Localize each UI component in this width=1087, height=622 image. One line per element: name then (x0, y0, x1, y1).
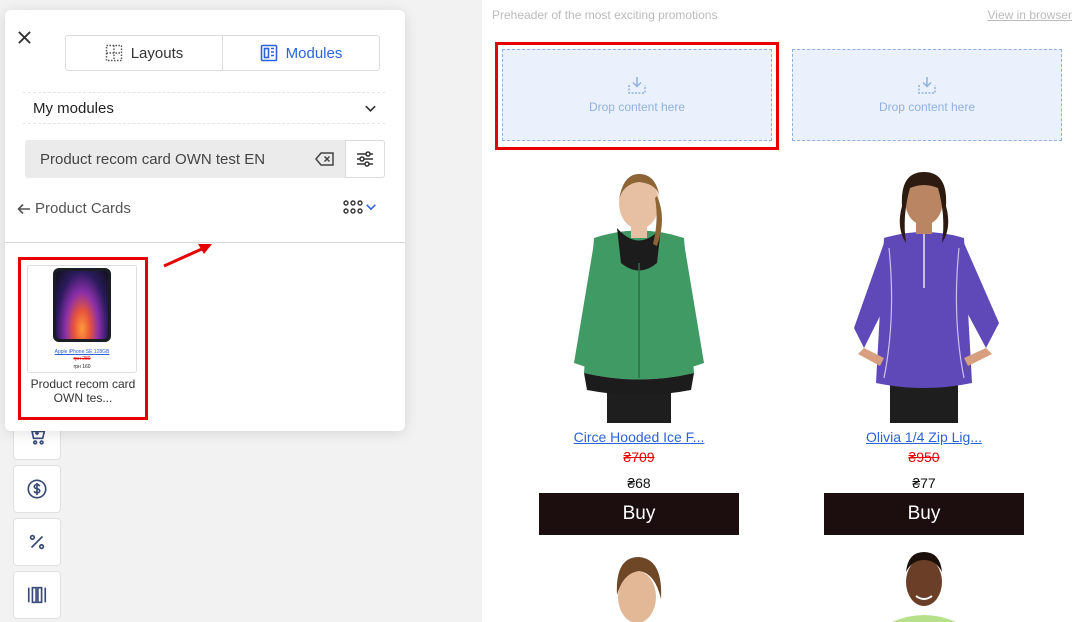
product-name-link[interactable]: Circe Hooded Ice F... (539, 429, 739, 445)
columns-icon (27, 586, 47, 604)
product-name-link[interactable]: Olivia 1/4 Zip Lig... (824, 429, 1024, 445)
thumb-old-price: грн 280 (73, 356, 91, 362)
percent-icon (29, 534, 45, 550)
dollar-icon (27, 479, 47, 499)
panel-tabs: Layouts Modules (65, 35, 380, 71)
search-row (25, 140, 385, 178)
product-price: ₴68 (627, 475, 651, 491)
product-image (884, 550, 964, 622)
annotation-arrow-icon (163, 244, 212, 268)
product-price: ₴77 (912, 475, 936, 491)
tab-modules[interactable]: Modules (222, 36, 379, 70)
back-to-category[interactable]: Product Cards (17, 200, 131, 217)
tab-layouts[interactable]: Layouts (66, 36, 222, 70)
modules-icon (260, 44, 277, 62)
thumb-new-price: грн 160 (73, 364, 91, 370)
modules-panel: Layouts Modules My modules Product recom… (5, 10, 405, 431)
product-image (599, 555, 679, 622)
search-box (25, 140, 345, 178)
arrow-left-icon (17, 203, 30, 214)
my-modules-label: My modules (33, 99, 114, 117)
product-old-price: ₴709 (623, 449, 655, 465)
module-card[interactable]: Apple iPhone SE 128GB грн 280 грн 160 Pr… (18, 257, 148, 420)
drop-zone-label: Drop content here (878, 100, 976, 114)
product-image (539, 168, 739, 423)
buy-button[interactable]: Buy (824, 493, 1024, 535)
product-card: Olivia 1/4 Zip Lig... ₴950 ₴77 Buy (824, 168, 1024, 535)
drop-download-icon (918, 77, 936, 94)
grid-icon (343, 200, 363, 214)
chevron-down-icon (365, 105, 376, 112)
search-input[interactable] (40, 150, 315, 168)
tab-layouts-label: Layouts (130, 44, 184, 62)
workspace: Layouts Modules My modules Product recom… (0, 0, 482, 622)
thumb-product-name: Apple iPhone SE 128GB (54, 349, 110, 355)
phone-image (53, 268, 111, 342)
tool-columns[interactable] (13, 571, 61, 619)
clear-input-icon[interactable] (315, 152, 335, 166)
module-card-thumbnail: Apple iPhone SE 128GB грн 280 грн 160 (27, 265, 137, 373)
my-modules-dropdown[interactable]: My modules (23, 92, 385, 124)
layouts-icon (105, 44, 122, 62)
tab-modules-label: Modules (285, 44, 343, 62)
preheader-text: Preheader of the most exciting promotion… (492, 8, 718, 22)
email-canvas: Preheader of the most exciting promotion… (482, 0, 1087, 622)
module-card-label: Product recom card OWN tes... (30, 377, 136, 405)
tool-percent[interactable] (13, 518, 61, 566)
sliders-icon (357, 151, 373, 167)
buy-button[interactable]: Buy (539, 493, 739, 535)
drop-download-icon (628, 77, 646, 94)
tool-dollar[interactable] (13, 465, 61, 513)
chevron-down-icon (366, 204, 376, 211)
close-button[interactable] (15, 28, 33, 46)
product-image (824, 168, 1024, 423)
drop-zone-right[interactable]: Drop content here (792, 49, 1062, 141)
product-card: Circe Hooded Ice F... ₴709 ₴68 Buy (539, 168, 739, 535)
filter-button[interactable] (345, 140, 385, 178)
product-old-price: ₴950 (908, 449, 940, 465)
view-toggle[interactable] (343, 200, 377, 214)
block-toolbar (13, 412, 61, 622)
drop-zone-label: Drop content here (588, 100, 686, 114)
category-label: Product Cards (35, 200, 131, 217)
view-in-browser-link[interactable]: View in browser (988, 8, 1072, 22)
drop-zone-left[interactable]: Drop content here (502, 49, 772, 141)
close-icon (17, 30, 31, 44)
